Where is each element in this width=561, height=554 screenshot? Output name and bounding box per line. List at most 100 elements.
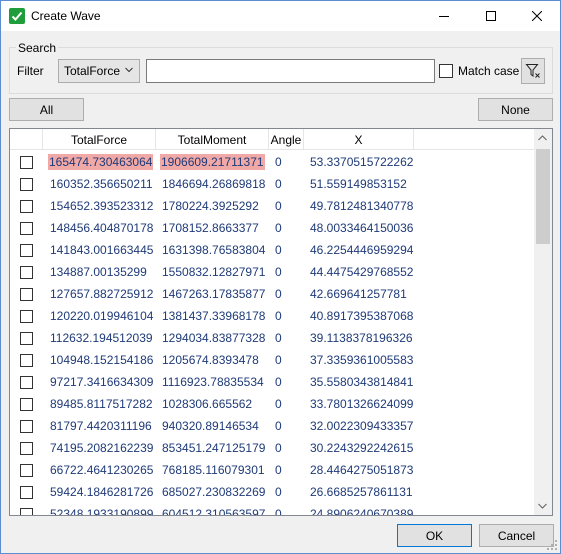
row-checkbox[interactable] [20,155,33,169]
row-checkbox-cell[interactable] [10,349,43,371]
cell-totalforce[interactable]: 148456.404870178 [43,217,156,239]
table-row[interactable]: 148456.404870178 1708152.8663377 0 48.00334… [10,217,535,239]
header-totalmoment[interactable]: TotalMoment [156,129,269,150]
cell-totalmoment[interactable]: 1294034.83877328 [156,327,269,349]
table-row[interactable]: 74195.2082162239 853451.247125179 0 30.2243… [10,437,535,459]
row-checkbox-cell[interactable] [10,283,43,305]
row-checkbox[interactable] [20,419,33,433]
row-checkbox[interactable] [20,177,33,191]
row-checkbox[interactable] [20,243,33,257]
maximize-button[interactable] [468,1,514,31]
row-checkbox-cell[interactable] [10,151,43,173]
cell-totalmoment[interactable]: 1467263.17835877 [156,283,269,305]
cell-angle[interactable]: 0 [269,437,304,459]
row-checkbox-cell[interactable] [10,503,43,515]
cell-totalmoment[interactable]: 685027.230832269 [156,481,269,503]
cell-totalforce[interactable]: 104948.152154186 [43,349,156,371]
cell-totalmoment[interactable]: 1906609.21711371 [156,151,269,173]
table-row[interactable]: 127657.882725912 1467263.17835877 0 42.6696… [10,283,535,305]
ok-button[interactable]: OK [397,524,472,547]
table-row[interactable]: 141843.001663445 1631398.76583804 0 46.2254… [10,239,535,261]
data-grid[interactable]: TotalForce TotalMoment Angle X 165474.73… [9,128,553,516]
row-checkbox-cell[interactable] [10,305,43,327]
table-row[interactable]: 165474.730463064 1906609.21711371 0 53.3370… [10,151,535,173]
cell-angle[interactable]: 0 [269,393,304,415]
cell-angle[interactable]: 0 [269,327,304,349]
cancel-button[interactable]: Cancel [479,524,554,547]
cell-totalmoment[interactable]: 853451.247125179 [156,437,269,459]
cell-angle[interactable]: 0 [269,261,304,283]
cell-totalforce[interactable]: 81797.4420311196 [43,415,156,437]
table-row[interactable]: 89485.8117517282 1028306.665562 0 33.780132… [10,393,535,415]
row-checkbox-cell[interactable] [10,327,43,349]
cell-x[interactable]: 33.7801326624099 [304,393,414,415]
vertical-scrollbar[interactable] [534,129,552,515]
table-row[interactable]: 104948.152154186 1205674.8393478 0 37.33593… [10,349,535,371]
cell-totalforce[interactable]: 127657.882725912 [43,283,156,305]
cell-totalforce[interactable]: 141843.001663445 [43,239,156,261]
row-checkbox-cell[interactable] [10,459,43,481]
cell-totalforce[interactable]: 89485.8117517282 [43,393,156,415]
row-checkbox-cell[interactable] [10,415,43,437]
row-checkbox[interactable] [20,507,33,515]
cell-x[interactable]: 26.6685257861131 [304,481,414,503]
cell-totalmoment[interactable]: 1708152.8663377 [156,217,269,239]
cell-totalforce[interactable]: 160352.356650211 [43,173,156,195]
cell-x[interactable]: 24.8906240670389 [304,503,414,515]
header-angle[interactable]: Angle [269,129,304,150]
cell-angle[interactable]: 0 [269,503,304,515]
minimize-button[interactable] [421,1,467,31]
cell-x[interactable]: 48.0033464150036 [304,217,414,239]
cell-totalmoment[interactable]: 940320.89146534 [156,415,269,437]
cell-totalforce[interactable]: 134887.00135299 [43,261,156,283]
select-none-button[interactable]: None [478,98,553,121]
cell-totalforce[interactable]: 112632.194512039 [43,327,156,349]
table-row[interactable]: 52348.1933190899 604512.310563597 0 24.8906… [10,503,535,515]
table-row[interactable]: 97217.3416634309 1116923.78835534 0 35.5580… [10,371,535,393]
row-checkbox[interactable] [20,309,33,323]
cell-totalmoment[interactable]: 1631398.76583804 [156,239,269,261]
cell-x[interactable]: 49.7812481340778 [304,195,414,217]
cell-angle[interactable]: 0 [269,481,304,503]
table-row[interactable]: 59424.1846281726 685027.230832269 0 26.6685… [10,481,535,503]
row-checkbox[interactable] [20,485,33,499]
cell-x[interactable]: 32.0022309433357 [304,415,414,437]
table-row[interactable]: 112632.194512039 1294034.83877328 0 39.1138… [10,327,535,349]
cell-angle[interactable]: 0 [269,459,304,481]
resize-grip-icon[interactable] [547,540,557,550]
row-checkbox[interactable] [20,441,33,455]
header-x[interactable]: X [304,129,414,150]
cell-totalforce[interactable]: 74195.2082162239 [43,437,156,459]
cell-angle[interactable]: 0 [269,283,304,305]
cell-totalmoment[interactable]: 1780224.3925292 [156,195,269,217]
cell-angle[interactable]: 0 [269,195,304,217]
cell-totalmoment[interactable]: 1205674.8393478 [156,349,269,371]
row-checkbox-cell[interactable] [10,393,43,415]
row-checkbox[interactable] [20,331,33,345]
cell-x[interactable]: 37.3359361005583 [304,349,414,371]
cell-totalforce[interactable]: 52348.1933190899 [43,503,156,515]
filter-field-select[interactable]: TotalForce [58,59,140,83]
row-checkbox-cell[interactable] [10,261,43,283]
row-checkbox[interactable] [20,265,33,279]
cell-totalmoment[interactable]: 1846694.26869818 [156,173,269,195]
cell-angle[interactable]: 0 [269,239,304,261]
row-checkbox-cell[interactable] [10,239,43,261]
row-checkbox[interactable] [20,397,33,411]
match-case-checkbox[interactable] [439,64,453,78]
chevron-up-icon[interactable] [538,135,547,141]
header-totalforce[interactable]: TotalForce [43,129,156,150]
cell-totalforce[interactable]: 59424.1846281726 [43,481,156,503]
table-row[interactable]: 81797.4420311196 940320.89146534 0 32.00223… [10,415,535,437]
cell-totalmoment[interactable]: 1381437.33968178 [156,305,269,327]
table-row[interactable]: 134887.00135299 1550832.12827971 0 44.44754… [10,261,535,283]
table-row[interactable]: 120220.019946104 1381437.33968178 0 40.8917… [10,305,535,327]
cell-x[interactable]: 28.4464275051873 [304,459,414,481]
cell-x[interactable]: 46.2254446959294 [304,239,414,261]
cell-totalforce[interactable]: 165474.730463064 [43,151,156,173]
cell-x[interactable]: 44.4475429768552 [304,261,414,283]
clear-filter-button[interactable] [521,58,545,84]
cell-x[interactable]: 53.3370515722262 [304,151,414,173]
row-checkbox[interactable] [20,287,33,301]
cell-totalmoment[interactable]: 768185.116079301 [156,459,269,481]
